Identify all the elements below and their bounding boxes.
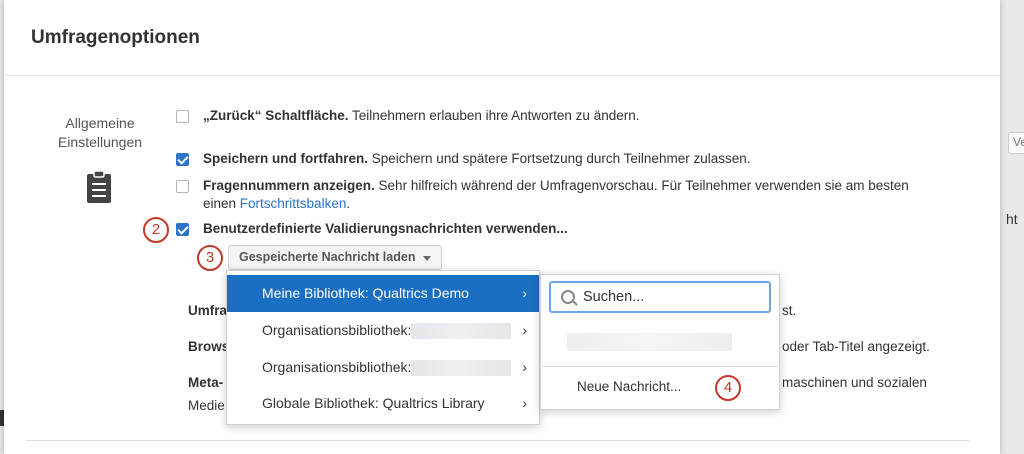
custom-validation-title: Benutzerdefinierte Validierungsnachricht…	[203, 221, 568, 236]
chevron-right-icon: ›	[522, 395, 527, 411]
question-numbers-desc: Sehr hilfreich während der Umfragenvorsc…	[374, 178, 909, 193]
chevron-right-icon: ›	[522, 359, 527, 375]
question-numbers-desc3: .	[346, 196, 351, 211]
truncated-text-4: Medie	[188, 398, 225, 413]
new-message-item[interactable]: Neue Nachricht...	[577, 379, 681, 394]
menu-item-label: Organisationsbibliothek:	[262, 359, 412, 375]
custom-validation-checkbox[interactable]	[176, 223, 189, 236]
save-continue-option: Speichern und fortfahren. Speichern und …	[203, 150, 751, 168]
section-label-line1: Allgemeine	[65, 115, 135, 131]
message-submenu: Suchen... Neue Nachricht...	[540, 274, 780, 410]
search-icon	[561, 290, 575, 304]
section-label: Allgemeine Einstellungen	[50, 114, 150, 152]
truncated-label-1: Umfra	[188, 303, 228, 318]
chevron-right-icon: ›	[522, 285, 527, 301]
step-badge-3: 3	[197, 245, 223, 271]
menu-item-label: Globale Bibliothek: Qualtrics Library	[262, 395, 485, 411]
back-button-checkbox[interactable]	[176, 110, 189, 123]
truncated-text-1: st.	[782, 303, 797, 318]
question-numbers-desc2: einen	[203, 196, 240, 211]
truncated-text-3: maschinen und sozialen	[782, 375, 927, 390]
menu-item-org-library-1[interactable]: Organisationsbibliothek: ›	[227, 312, 539, 349]
search-input[interactable]: Suchen...	[549, 281, 771, 313]
truncated-label-3: Meta-	[188, 375, 224, 390]
save-continue-title: Speichern und fortfahren.	[203, 151, 369, 166]
save-continue-checkbox[interactable]	[176, 153, 189, 166]
background-button: Ve	[1008, 132, 1024, 154]
truncated-text-2: oder Tab-Titel angezeigt.	[782, 339, 930, 354]
section-label-line2: Einstellungen	[57, 134, 143, 150]
menu-item-global-library[interactable]: Globale Bibliothek: Qualtrics Library ›	[227, 385, 539, 422]
clipboard-icon	[87, 170, 111, 203]
menu-item-label: Meine Bibliothek: Qualtrics Demo	[262, 285, 469, 301]
load-saved-message-label: Gespeicherte Nachricht laden	[239, 250, 416, 264]
progress-bar-link[interactable]: Fortschrittsbalken	[240, 196, 347, 211]
modal-title: Umfragenoptionen	[31, 27, 200, 48]
menu-item-my-library[interactable]: Meine Bibliothek: Qualtrics Demo ›	[227, 275, 539, 312]
redacted-text	[411, 360, 512, 377]
question-numbers-checkbox[interactable]	[176, 180, 189, 193]
menu-item-label: Organisationsbibliothek:	[262, 322, 412, 338]
background-right-strip: Ve ht	[1000, 0, 1024, 454]
search-input-text: Suchen...	[583, 289, 645, 305]
redacted-message-item[interactable]	[567, 333, 732, 351]
save-continue-desc: Speichern und spätere Fortsetzung durch …	[368, 151, 751, 166]
chevron-right-icon: ›	[522, 322, 527, 338]
section-divider	[26, 440, 969, 441]
load-saved-message-button[interactable]: Gespeicherte Nachricht laden	[228, 245, 442, 270]
question-numbers-option: Fragennummern anzeigen. Sehr hilfreich w…	[203, 177, 963, 213]
menu-item-org-library-2[interactable]: Organisationsbibliothek: ›	[227, 349, 539, 386]
submenu-divider	[541, 366, 779, 367]
step-badge-2: 2	[143, 217, 169, 243]
back-button-title: „Zurück“ Schaltfläche.	[203, 108, 349, 123]
caret-down-icon	[423, 256, 431, 261]
modal-header: Umfragenoptionen	[4, 0, 1000, 76]
custom-validation-option: Benutzerdefinierte Validierungsnachricht…	[203, 220, 568, 238]
library-menu: Meine Bibliothek: Qualtrics Demo › Organ…	[226, 270, 540, 425]
back-button-option: „Zurück“ Schaltfläche. Teilnehmern erlau…	[203, 107, 639, 125]
background-text: ht	[1006, 211, 1018, 227]
question-numbers-title: Fragennummern anzeigen.	[203, 178, 375, 193]
redacted-text	[411, 323, 512, 340]
back-button-desc: Teilnehmern erlauben ihre Antworten zu ä…	[348, 108, 640, 123]
step-badge-4: 4	[715, 375, 741, 401]
truncated-label-2: Brows	[188, 339, 230, 354]
